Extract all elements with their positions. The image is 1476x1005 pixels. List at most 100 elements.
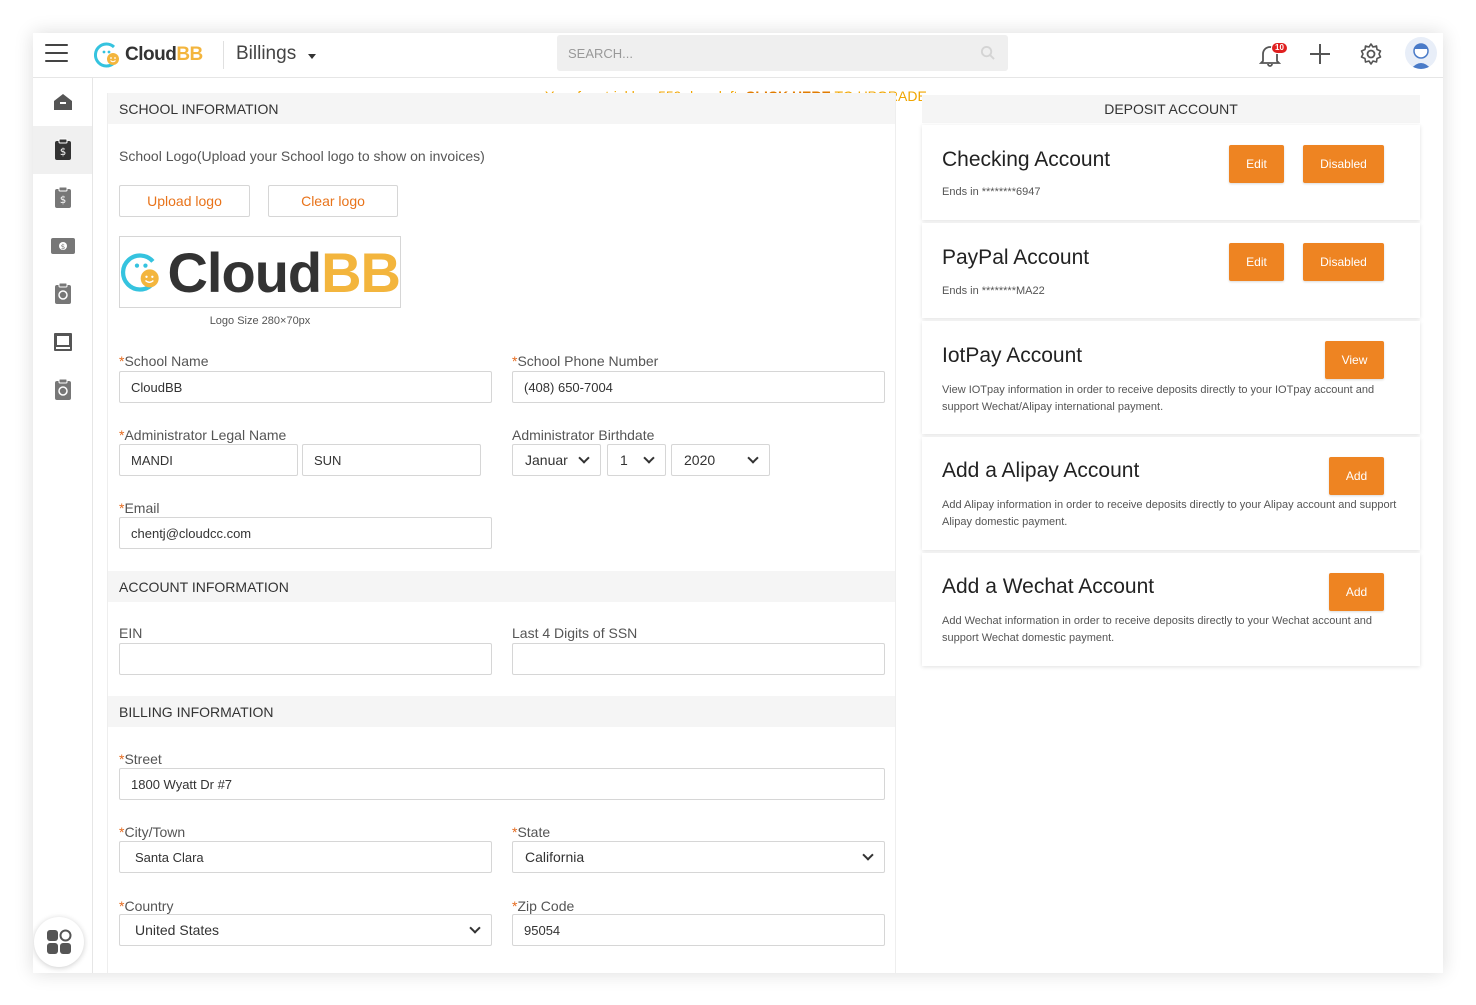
birthdate-label: Administrator Birthdate [512, 427, 655, 443]
alipay-desc: Add Alipay information in order to recei… [942, 499, 1397, 528]
top-bar: CloudBB Billings 10 [33, 33, 1443, 78]
school-phone-label: *School Phone Number [512, 353, 659, 369]
street-input[interactable] [119, 768, 885, 800]
school-section-title: SCHOOL INFORMATION [108, 93, 895, 124]
wechat-title: Add a Wechat Account [942, 575, 1155, 598]
plus-icon[interactable] [1308, 42, 1332, 66]
email-input[interactable] [119, 517, 492, 549]
paypal-disabled-button[interactable]: Disabled [1303, 243, 1384, 281]
admin-name-label: *Administrator Legal Name [119, 427, 287, 443]
iotpay-view-button[interactable]: View [1325, 341, 1384, 379]
svg-text:$: $ [59, 195, 65, 206]
checking-account-card: Checking Account Ends in ********6947 Ed… [922, 125, 1420, 220]
sidebar-item-fees[interactable] [33, 270, 92, 318]
admin-last-name-input[interactable] [302, 444, 481, 476]
ssn-label: Last 4 Digits of SSN [512, 625, 638, 641]
sidebar-item-payments[interactable]: $ [33, 222, 92, 270]
paypal-edit-button[interactable]: Edit [1229, 243, 1284, 281]
email-label: *Email [119, 500, 160, 516]
deposit-title: DEPOSIT ACCOUNT [922, 95, 1420, 123]
checking-title: Checking Account [942, 148, 1111, 171]
deposit-account-panel: DEPOSIT ACCOUNT Checking Account Ends in… [922, 95, 1420, 666]
home-icon [53, 94, 72, 110]
account-section-title: ACCOUNT INFORMATION [108, 571, 895, 602]
alipay-title: Add a Alipay Account [942, 459, 1140, 482]
paypal-title: PayPal Account [942, 246, 1090, 269]
logo-text: CloudBB [167, 240, 401, 304]
paypal-sub: Ends in ********MA22 [942, 285, 1045, 297]
chevron-down-icon [643, 452, 655, 464]
admin-first-name-input[interactable] [119, 444, 298, 476]
book-icon [53, 333, 72, 351]
city-input[interactable] [119, 841, 492, 873]
apps-icon [47, 929, 72, 954]
avatar[interactable] [1405, 37, 1437, 69]
sidebar-item-discounts[interactable] [33, 366, 92, 414]
checking-edit-button[interactable]: Edit [1229, 145, 1284, 183]
header-divider [223, 41, 224, 69]
checking-disabled-button[interactable]: Disabled [1303, 145, 1384, 183]
menu-icon[interactable] [45, 44, 68, 62]
chevron-down-icon [747, 452, 759, 464]
sidebar-item-invoices[interactable]: $ [33, 174, 92, 222]
ein-input[interactable] [119, 643, 492, 675]
apps-button[interactable] [34, 917, 84, 967]
country-label: *Country [119, 898, 174, 914]
chevron-down-icon [862, 849, 874, 861]
logo-hint: School Logo(Upload your School logo to s… [119, 148, 485, 164]
search-icon[interactable] [980, 45, 995, 60]
sidebar-item-reports[interactable] [33, 318, 92, 366]
paypal-account-card: PayPal Account Ends in ********MA22 Edit… [922, 223, 1420, 318]
iotpay-title: IotPay Account [942, 344, 1083, 367]
module-name: Billings [236, 43, 297, 64]
school-phone-input[interactable] [512, 371, 885, 403]
cash-icon: $ [50, 238, 75, 254]
iotpay-desc: View IOTpay information in order to rece… [942, 384, 1375, 413]
brand-face-icon [94, 42, 119, 68]
state-select[interactable]: California [512, 841, 885, 873]
ssn-input[interactable] [512, 643, 885, 675]
state-label: *State [512, 824, 551, 840]
wechat-account-card: Add a Wechat Account Add Wechat informat… [922, 553, 1420, 666]
chevron-down-icon [578, 452, 590, 464]
street-label: *Street [119, 751, 162, 767]
app-window: CloudBB Billings 10 $ $ $ [33, 33, 1443, 973]
sidebar-item-billing[interactable]: $ [33, 126, 92, 174]
country-select[interactable]: United States [119, 914, 492, 946]
avatar-icon [1411, 43, 1431, 69]
zip-label: *Zip Code [512, 898, 575, 914]
wechat-desc: Add Wechat information in order to recei… [942, 615, 1373, 644]
billing-section-title: BILLING INFORMATION [108, 696, 895, 727]
alipay-account-card: Add a Alipay Account Add Alipay informat… [922, 437, 1420, 550]
birth-month-select[interactable]: Januar [512, 444, 601, 476]
upload-logo-button[interactable]: Upload logo [119, 185, 250, 217]
search-input[interactable] [557, 35, 967, 71]
clear-logo-button[interactable]: Clear logo [268, 185, 398, 217]
module-switcher[interactable]: Billings [236, 43, 317, 65]
brand-logo[interactable]: CloudBB [94, 41, 203, 69]
sidebar-item-home[interactable] [33, 78, 92, 126]
fee-icon [54, 282, 71, 304]
caret-down-icon [308, 53, 317, 59]
alipay-add-button[interactable]: Add [1329, 457, 1384, 495]
search-bar [557, 35, 1008, 71]
billing-icon: $ [54, 138, 71, 160]
ein-label: EIN [119, 625, 143, 641]
school-name-label: *School Name [119, 353, 209, 369]
checking-sub: Ends in ********6947 [942, 186, 1041, 198]
school-name-input[interactable] [119, 371, 492, 403]
notification-badge: 10 [1271, 42, 1288, 54]
discount-icon [54, 378, 71, 400]
zip-input[interactable] [512, 914, 885, 946]
brand-name: CloudBB [125, 44, 203, 65]
wechat-add-button[interactable]: Add [1329, 573, 1384, 611]
gear-icon[interactable] [1359, 42, 1383, 66]
school-logo-preview: CloudBB [119, 236, 401, 308]
school-form-panel: SCHOOL INFORMATION School Logo(Upload yo… [107, 93, 896, 973]
invoice-icon: $ [54, 186, 71, 208]
birth-year-select[interactable]: 2020 [671, 444, 770, 476]
iotpay-account-card: IotPay Account View IOTpay information i… [922, 321, 1420, 434]
logo-size-hint: Logo Size 280×70px [209, 315, 311, 327]
birth-day-select[interactable]: 1 [607, 444, 666, 476]
sidebar: $ $ $ [33, 78, 93, 973]
